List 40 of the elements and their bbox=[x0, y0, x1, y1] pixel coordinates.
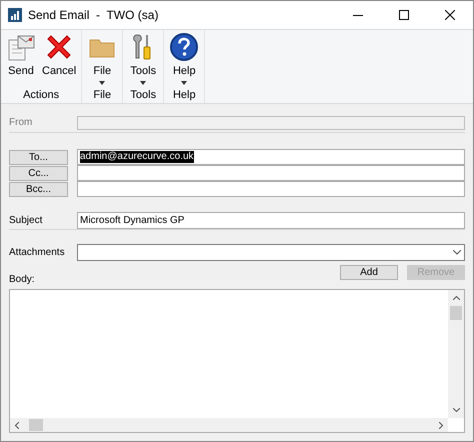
scroll-thumb[interactable] bbox=[450, 306, 462, 320]
ribbon-group-label: File bbox=[92, 88, 112, 103]
scroll-down-icon bbox=[452, 408, 460, 412]
chevron-down-icon bbox=[453, 250, 461, 255]
recipient-field[interactable] bbox=[77, 181, 465, 197]
recipient-field[interactable] bbox=[77, 165, 465, 181]
recipient-address: admin@azurecurve.co.uk bbox=[80, 151, 194, 163]
field-label: Body: bbox=[9, 273, 35, 287]
close-icon bbox=[445, 10, 455, 20]
subject-field[interactable]: Microsoft Dynamics GP bbox=[77, 212, 465, 228]
recipient-button[interactable]: Bcc... bbox=[9, 182, 68, 196]
field-label: From bbox=[9, 116, 34, 130]
subject-text: Microsoft Dynamics GP bbox=[80, 214, 184, 228]
attachments-dropdown[interactable] bbox=[77, 244, 465, 261]
scroll-right-icon bbox=[439, 422, 443, 428]
ribbon-group-label: Help bbox=[172, 88, 197, 103]
body-field[interactable] bbox=[9, 289, 465, 433]
scroll-up-icon bbox=[452, 296, 460, 300]
dialog-button[interactable]: Add bbox=[340, 265, 398, 280]
maximize-icon bbox=[399, 10, 409, 20]
ribbon-button[interactable]: File bbox=[84, 30, 120, 85]
ribbon-group-label: Tools bbox=[129, 88, 158, 103]
window-title: Send Email - TWO (sa) bbox=[28, 7, 158, 24]
recipient-button[interactable]: To... bbox=[9, 150, 68, 164]
vertical-scrollbar[interactable] bbox=[448, 290, 464, 418]
ribbon-button[interactable]: Help bbox=[166, 30, 202, 85]
recipient-button[interactable]: Cc... bbox=[9, 166, 68, 180]
ribbon-button[interactable]: Cancel bbox=[39, 30, 80, 84]
scroll-thumb[interactable] bbox=[29, 419, 43, 431]
ribbon-button[interactable]: Tools bbox=[125, 30, 162, 85]
horizontal-scrollbar[interactable] bbox=[10, 418, 448, 432]
ribbon-button[interactable]: Send bbox=[3, 30, 39, 84]
recipient-field[interactable]: admin@azurecurve.co.uk bbox=[77, 149, 465, 165]
ribbon-group-label: Actions bbox=[22, 88, 60, 102]
field-label: Subject bbox=[9, 214, 44, 228]
field-label: Attachments bbox=[9, 246, 66, 260]
help-icon bbox=[169, 32, 200, 62]
minimize-icon bbox=[353, 14, 363, 16]
app-icon bbox=[8, 8, 22, 22]
scroll-left-icon bbox=[15, 422, 19, 428]
